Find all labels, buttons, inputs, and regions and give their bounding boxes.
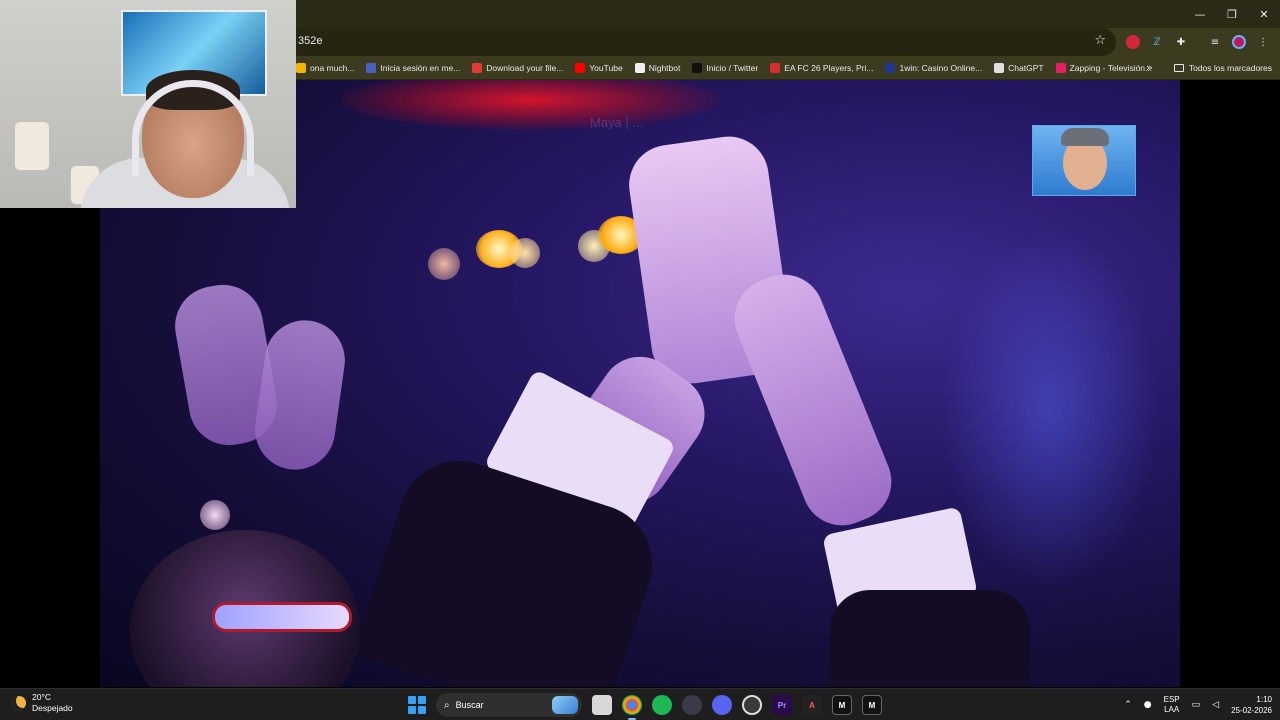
extensions-puzzle-icon[interactable]: ✚ xyxy=(1174,35,1188,49)
bookmark-favicon-icon xyxy=(692,63,703,73)
bookmark-label: Inicio / Twitter xyxy=(706,63,759,73)
search-icon: ⌕ xyxy=(444,699,450,711)
bookmark-favicon-icon xyxy=(1055,63,1066,73)
adobe-app-icon[interactable]: A xyxy=(802,695,822,715)
bookmark-favicon-icon xyxy=(366,63,377,73)
microphone-icon[interactable]: ● xyxy=(1144,700,1152,710)
bookmark-label: YouTube xyxy=(589,63,623,73)
bookmark-item[interactable]: Inicio / Twitter xyxy=(692,63,758,73)
premiere-pro-icon[interactable]: Pr xyxy=(772,695,792,715)
player-card xyxy=(14,121,50,171)
clapping-hand xyxy=(722,262,904,538)
bookmark-label: Zapping - Televisión... xyxy=(1069,63,1153,73)
spotify-icon[interactable] xyxy=(652,695,672,715)
bookmark-label: ona much... xyxy=(310,63,355,73)
bookmark-item[interactable]: Zapping - Televisión... xyxy=(1055,63,1153,73)
media-control-icon[interactable]: ≡ xyxy=(1208,35,1222,49)
clock-time: 1:10 xyxy=(1256,695,1272,704)
dark-coat xyxy=(830,590,1030,687)
taskbar-apps: ⌕ Buscar Pr A M M xyxy=(408,689,882,720)
clock[interactable]: 1:10 25-02-2026 xyxy=(1231,694,1272,716)
bookmark-favicon-icon xyxy=(634,63,645,73)
app-icon[interactable] xyxy=(682,695,702,715)
blue-stage-light xyxy=(940,230,1160,590)
bookmark-label: Nightbot xyxy=(648,63,681,73)
layout-code: LAA xyxy=(1164,705,1180,714)
weather-condition: Despejado xyxy=(32,703,73,713)
webcam-overlay xyxy=(0,0,296,208)
bookmark-item[interactable]: Nightbot xyxy=(634,63,681,73)
reflective-glasses xyxy=(212,602,352,632)
taskbar-search[interactable]: ⌕ Buscar xyxy=(436,693,582,717)
bookmark-favicon-icon xyxy=(575,63,586,73)
bookmark-item[interactable]: Download your file... xyxy=(472,63,563,73)
chevron-up-icon[interactable]: ⌃ xyxy=(1124,700,1132,710)
profile-avatar[interactable] xyxy=(1232,35,1246,49)
overlay-cap xyxy=(1061,128,1109,146)
address-text: 352e xyxy=(298,35,323,47)
close-button[interactable]: ✕ xyxy=(1248,0,1280,28)
bokeh-light xyxy=(428,248,460,280)
obs-icon[interactable] xyxy=(742,695,762,715)
discord-icon[interactable] xyxy=(712,695,732,715)
all-bookmarks-button[interactable]: Todos los marcadores xyxy=(1173,56,1272,80)
file-explorer-icon[interactable] xyxy=(592,695,612,715)
video-watermark: Maya | ... xyxy=(590,115,644,130)
system-tray: ⌃ ● ESP LAA ▭ ◁ 1:10 25-02-2026 xyxy=(1124,689,1272,720)
stage-red-light xyxy=(340,80,720,130)
streamer-overlay-cam xyxy=(1032,125,1136,196)
menu-kebab-icon[interactable]: ⋮ xyxy=(1256,35,1270,49)
folder-icon xyxy=(1173,64,1184,72)
weather-widget[interactable]: 20°C Despejado xyxy=(12,692,73,714)
bookmark-item[interactable]: ona much... xyxy=(296,63,354,73)
app-m-icon[interactable]: M xyxy=(832,695,852,715)
all-bookmarks-label: Todos los marcadores xyxy=(1188,63,1272,73)
address-bar[interactable]: 352e ☆ xyxy=(286,28,1116,56)
bookmarks-overflow-chevron[interactable]: » xyxy=(1146,61,1153,74)
extension-icons: ℤ ✚ ≡ ⋮ xyxy=(1126,28,1270,56)
minimize-button[interactable]: — xyxy=(1184,0,1216,28)
bookmark-favicon-icon xyxy=(994,63,1005,73)
bookmark-favicon-icon xyxy=(885,63,896,73)
maximize-button[interactable]: ❐ xyxy=(1216,0,1248,28)
bokeh-light xyxy=(200,500,230,530)
bookmark-item[interactable]: Inicia sesión en me... xyxy=(366,63,460,73)
language-code: ESP xyxy=(1163,695,1180,704)
app-m-icon[interactable]: M xyxy=(862,695,882,715)
bookmark-label: EA FC 26 Players, Pri... xyxy=(784,63,874,73)
clock-date: 25-02-2026 xyxy=(1231,706,1272,715)
bookmark-item[interactable]: 1win: Casino Online... xyxy=(885,63,982,73)
windows-taskbar: 20°C Despejado ⌕ Buscar Pr A M M ⌃ ● ESP… xyxy=(0,688,1280,720)
temperature: 20°C xyxy=(32,692,51,702)
window-controls: — ❐ ✕ xyxy=(1184,0,1280,28)
search-highlight-icon xyxy=(552,696,578,714)
chrome-icon[interactable] xyxy=(622,695,642,720)
bookmark-label: ChatGPT xyxy=(1008,63,1044,73)
bookmark-favicon-icon xyxy=(770,63,781,73)
moon-icon xyxy=(12,696,26,710)
bookmark-item[interactable]: EA FC 26 Players, Pri... xyxy=(770,63,873,73)
bookmark-favicon-icon xyxy=(296,63,306,73)
language-indicator[interactable]: ESP LAA xyxy=(1164,695,1180,715)
bookmarks-list: ona much... Inicia sesión en me... Downloa… xyxy=(296,56,1164,80)
search-label: Buscar xyxy=(455,700,484,710)
extension-red-icon[interactable] xyxy=(1126,35,1140,49)
weather-text: 20°C Despejado xyxy=(32,692,73,714)
bookmark-label: 1win: Casino Online... xyxy=(899,63,983,73)
bokeh-light xyxy=(510,238,540,268)
bookmark-favicon-icon xyxy=(472,63,483,73)
bookmark-item[interactable]: YouTube xyxy=(575,63,623,73)
network-icon[interactable]: ▭ xyxy=(1192,700,1201,710)
bookmark-label: Download your file... xyxy=(486,63,564,73)
bookmark-label: Inicia sesión en me... xyxy=(380,63,461,73)
extension-translate-icon[interactable]: ℤ xyxy=(1150,35,1164,49)
bookmark-item[interactable]: ChatGPT xyxy=(994,63,1044,73)
volume-icon[interactable]: ◁ xyxy=(1212,700,1219,710)
bookmark-star-icon[interactable]: ☆ xyxy=(1094,33,1106,48)
start-button[interactable] xyxy=(408,696,426,714)
